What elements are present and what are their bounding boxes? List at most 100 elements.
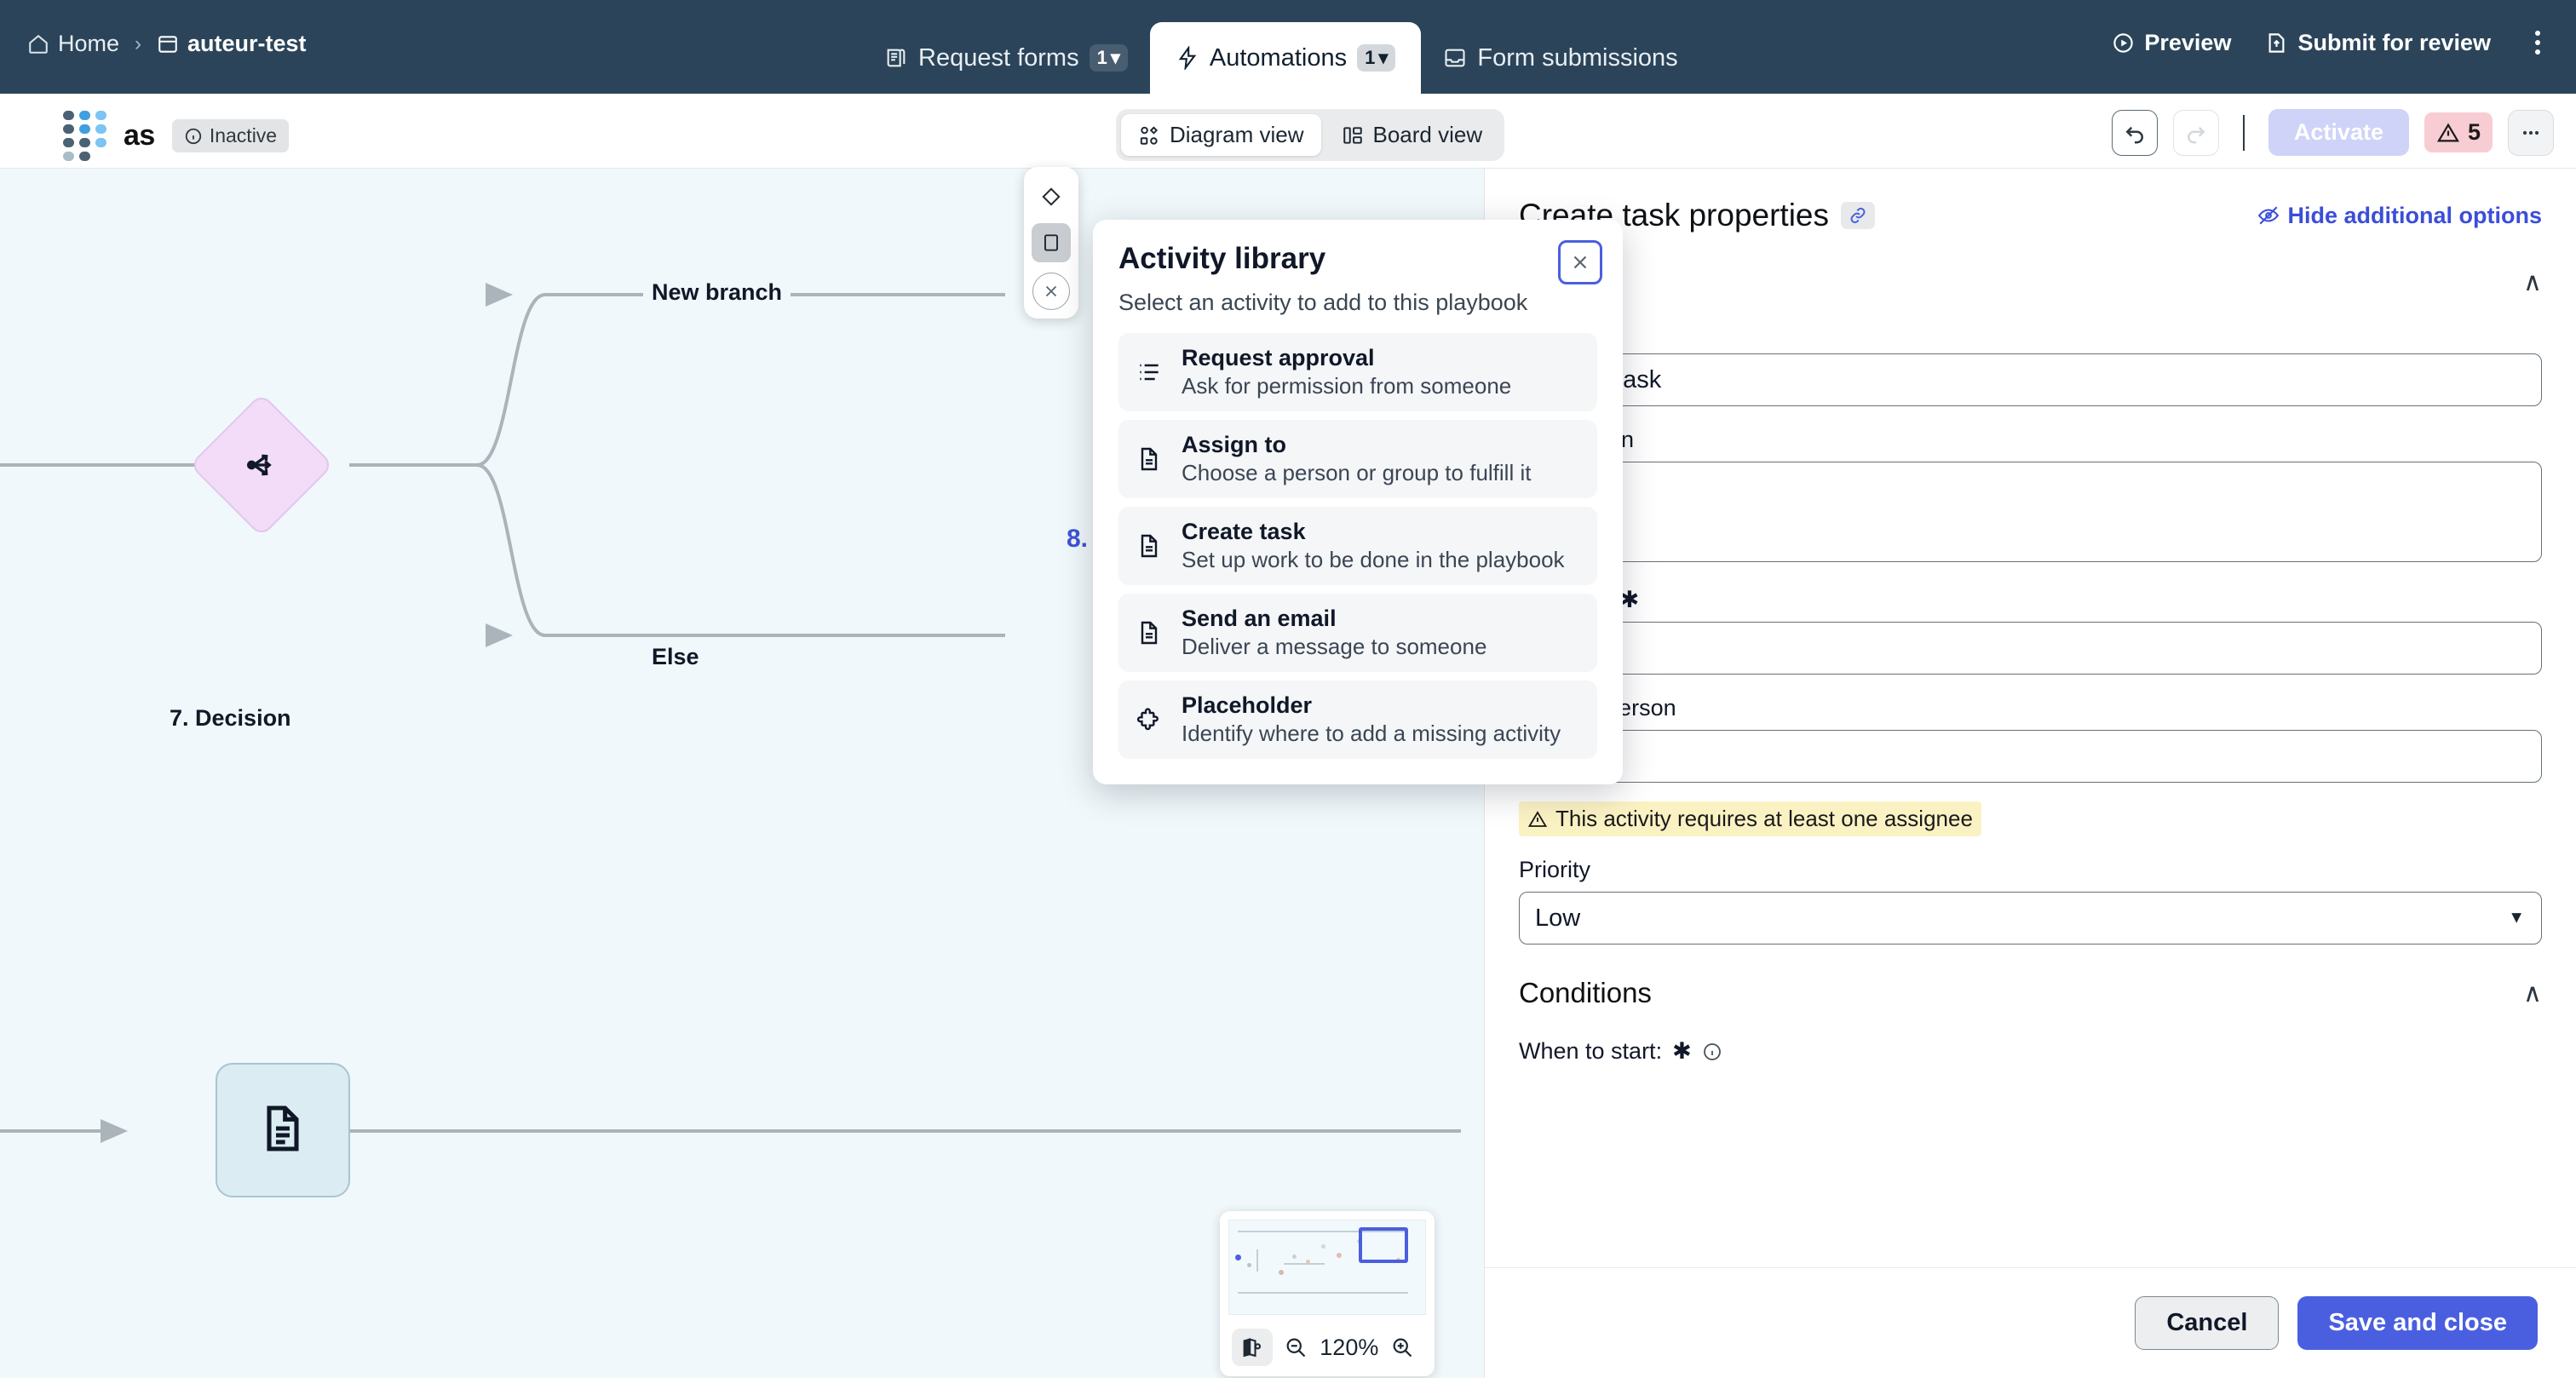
diagram-node-decision-label: 7. Decision: [170, 705, 291, 731]
tab-count-value: 1: [1096, 47, 1107, 68]
panel-body: Details ∧ Name Description Assignee ✱ Sp…: [1485, 266, 2576, 1065]
preview-button[interactable]: Preview: [2112, 30, 2231, 56]
activity-item-text: Request approval Ask for permission from…: [1182, 345, 1511, 399]
cancel-button[interactable]: Cancel: [2135, 1296, 2280, 1350]
activity-desc: Ask for permission from someone: [1182, 373, 1512, 399]
tab-automations[interactable]: Automations 1 ▾: [1149, 22, 1422, 94]
priority-field-label: Priority: [1519, 857, 1591, 882]
save-and-close-button[interactable]: Save and close: [2297, 1296, 2538, 1350]
minimap[interactable]: [1228, 1220, 1426, 1315]
kebab-menu-icon[interactable]: [2525, 26, 2550, 60]
zoom-out-icon: [1287, 1338, 1306, 1358]
diagram-view-button[interactable]: Diagram view: [1121, 114, 1321, 156]
rectangle-shape-button[interactable]: [1032, 223, 1071, 262]
when-to-start-label: When to start:: [1519, 1038, 1663, 1064]
minimap-panel: 120%: [1220, 1211, 1435, 1376]
playbook-identity: as Inactive: [63, 111, 290, 161]
section-header-conditions[interactable]: Conditions ∧: [1519, 977, 2542, 1009]
edge-label-new-branch: New branch: [643, 279, 791, 306]
undo-button[interactable]: [2111, 109, 2158, 156]
activity-title: Send an email: [1182, 606, 1337, 631]
activity-library-subtitle: Select an activity to add to this playbo…: [1118, 290, 1528, 315]
activity-item-send-an-email[interactable]: Send an email Deliver a message to someo…: [1118, 594, 1597, 672]
document-icon: [256, 1101, 310, 1160]
priority-select-wrapper: [1519, 892, 2542, 945]
name-input[interactable]: [1519, 353, 2542, 406]
more-options-button[interactable]: [2508, 109, 2554, 156]
activity-title: Request approval: [1182, 345, 1375, 370]
tab-form-submissions-label: Form submissions: [1477, 43, 1678, 72]
activity-desc: Set up work to be done in the playbook: [1182, 547, 1565, 572]
pending-step-number: 8.: [1067, 525, 1089, 553]
activity-item-create-task[interactable]: Create task Set up work to be done in th…: [1118, 507, 1597, 585]
info-icon[interactable]: [1702, 1042, 1722, 1062]
panel-header: Create task properties Hide additional o…: [1485, 169, 2576, 233]
node-toolbar-close-button[interactable]: [1032, 273, 1070, 310]
info-icon: [184, 127, 203, 146]
edge-label-else: Else: [643, 644, 708, 670]
tab-request-forms[interactable]: Request forms 1 ▾: [862, 22, 1150, 94]
diamond-shape-icon: [1042, 187, 1061, 206]
submit-for-review-label: Submit for review: [2297, 29, 2491, 55]
minimap-toggle-button[interactable]: [1232, 1329, 1273, 1366]
board-view-button[interactable]: Board view: [1325, 114, 1500, 156]
breadcrumb-current-label: auteur-test: [187, 31, 307, 56]
form-submissions-icon: [1443, 46, 1467, 70]
home-icon: [27, 33, 49, 55]
tab-form-submissions[interactable]: Form submissions: [1421, 22, 1699, 94]
breadcrumb-item-current[interactable]: auteur-test: [157, 31, 307, 57]
chevron-down-icon: ▾: [1378, 47, 1389, 68]
diamond-shape-button[interactable]: [1032, 177, 1071, 216]
activity-item-placeholder[interactable]: Placeholder Identify where to add a miss…: [1118, 680, 1597, 759]
activity-list: Request approval Ask for permission from…: [1118, 333, 1597, 759]
description-textarea[interactable]: [1519, 462, 2542, 562]
hide-additional-options-button[interactable]: Hide additional options: [2257, 203, 2542, 229]
tab-automations-count[interactable]: 1 ▾: [1357, 44, 1396, 72]
ellipsis-icon: [2522, 130, 2539, 135]
specific-person-input[interactable]: [1519, 730, 2542, 783]
activity-item-request-approval[interactable]: Request approval Ask for permission from…: [1118, 333, 1597, 411]
zoom-out-button[interactable]: [1276, 1329, 1317, 1366]
priority-select[interactable]: [1519, 892, 2542, 945]
puzzle-icon: [1136, 706, 1163, 733]
submit-icon: [2265, 32, 2288, 55]
form-icon: [157, 33, 179, 55]
specific-person-field-label: Specific person: [1519, 695, 1676, 721]
chevron-up-icon[interactable]: ∧: [2523, 979, 2542, 1008]
section-header-details[interactable]: Details ∧: [1519, 266, 2542, 298]
activity-title: Create task: [1182, 519, 1306, 544]
redo-icon: [2187, 126, 2205, 143]
activity-item-text: Assign to Choose a person or group to fu…: [1182, 432, 1531, 486]
tab-request-forms-label: Request forms: [918, 43, 1079, 72]
activity-desc: Identify where to add a missing activity: [1182, 721, 1561, 746]
document-icon: [1136, 445, 1163, 473]
minimap-toggle-icon: [1243, 1338, 1261, 1358]
assignee-field-label: Assignee ✱: [1519, 587, 2542, 613]
activity-title: Placeholder: [1182, 692, 1313, 718]
section-conditions-label: Conditions: [1519, 977, 1652, 1008]
diagram-view-icon: [1138, 124, 1160, 146]
minimap-viewport[interactable]: [1359, 1227, 1408, 1263]
view-toggle-group: Diagram view Board view: [1116, 109, 1505, 161]
breadcrumb: Home › auteur-test: [27, 31, 307, 57]
activity-library-close-button[interactable]: [1558, 240, 1602, 284]
validation-warning-badge[interactable]: 5: [2424, 112, 2493, 152]
play-circle-icon: [2112, 32, 2135, 55]
warning-triangle-icon: [2436, 121, 2460, 145]
activity-item-text: Create task Set up work to be done in th…: [1182, 519, 1565, 573]
chevron-up-icon[interactable]: ∧: [2523, 267, 2542, 297]
tab-request-forms-count[interactable]: 1 ▾: [1089, 44, 1128, 72]
assignee-validation-warning-text: This activity requires at least one assi…: [1555, 806, 1973, 831]
activate-button[interactable]: Activate: [2268, 109, 2409, 156]
submit-for-review-button[interactable]: Submit for review: [2265, 30, 2491, 56]
description-field-label: Description: [1519, 427, 2542, 453]
activity-item-assign-to[interactable]: Assign to Choose a person or group to fu…: [1118, 420, 1597, 498]
diagram-node-assign-to[interactable]: [216, 1063, 350, 1197]
zoom-in-button[interactable]: [1382, 1329, 1423, 1366]
breadcrumb-item-home[interactable]: Home: [27, 31, 119, 57]
topbar-actions: Preview Submit for review: [2112, 26, 2550, 60]
assignee-input[interactable]: [1519, 622, 2542, 675]
playbook-name: as: [124, 119, 155, 152]
document-icon: [1136, 619, 1163, 646]
link-icon[interactable]: [1841, 202, 1876, 229]
